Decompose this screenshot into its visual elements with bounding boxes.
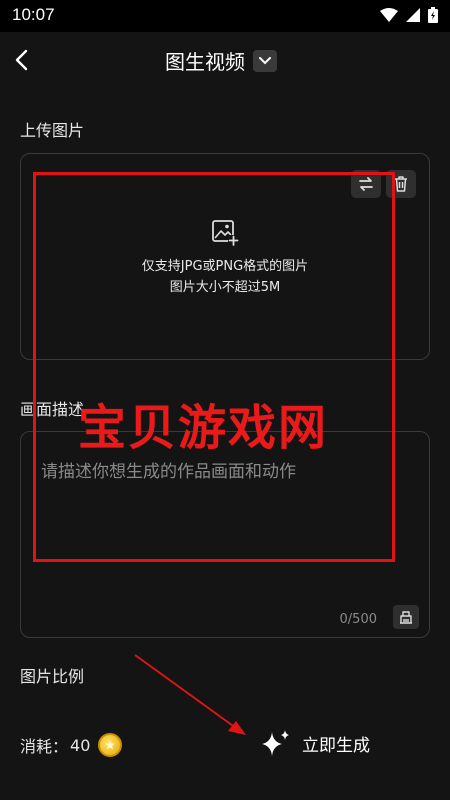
sparkle-icon: [262, 730, 289, 756]
coin-icon: [98, 733, 123, 757]
ratio-label: 图片比例: [20, 667, 85, 686]
description-placeholder: 请描述你想生成的作品画面和动作: [41, 462, 296, 482]
description-label: 画面描述: [20, 400, 85, 419]
generate-button[interactable]: 立即生成: [260, 728, 370, 758]
replace-image-button[interactable]: [351, 170, 381, 198]
upload-hint-format: 仅支持JPG或PNG格式的图片: [141, 259, 309, 274]
cost-value: 40: [70, 735, 91, 755]
status-icons: [380, 7, 438, 23]
upload-prompt: 仅支持JPG或PNG格式的图片 图片大小不超过5M: [21, 218, 429, 298]
wifi-icon: [380, 8, 398, 22]
battery-icon: [428, 7, 438, 23]
cost-label: 消耗：: [20, 737, 69, 756]
character-counter: 0/500: [339, 612, 377, 627]
chevron-left-icon: [15, 49, 28, 71]
nav-bar: 图生视频: [0, 32, 450, 88]
image-upload-area[interactable]: 仅支持JPG或PNG格式的图片 图片大小不超过5M: [20, 153, 430, 360]
status-time: 10:07: [12, 5, 55, 24]
generate-label: 立即生成: [302, 735, 370, 756]
clear-text-button[interactable]: [393, 605, 419, 629]
signal-icon: [406, 8, 420, 22]
page-title: 图生视频: [165, 50, 245, 74]
back-button[interactable]: [10, 46, 36, 74]
title-selector[interactable]: 图生视频: [165, 46, 277, 75]
add-image-icon: [212, 220, 239, 246]
cost-indicator: 消耗： 40: [20, 733, 123, 757]
delete-image-button[interactable]: [386, 170, 416, 198]
swap-icon: [359, 177, 373, 191]
chevron-down-icon: [259, 56, 271, 64]
description-input[interactable]: 请描述你想生成的作品画面和动作 0/500: [20, 431, 430, 638]
trash-icon: [395, 176, 407, 192]
upload-label: 上传图片: [20, 121, 85, 140]
upload-hint-size: 图片大小不超过5M: [169, 280, 281, 295]
status-bar: 10:07: [0, 0, 450, 32]
eraser-icon: [400, 611, 412, 624]
title-dropdown[interactable]: [253, 49, 277, 72]
